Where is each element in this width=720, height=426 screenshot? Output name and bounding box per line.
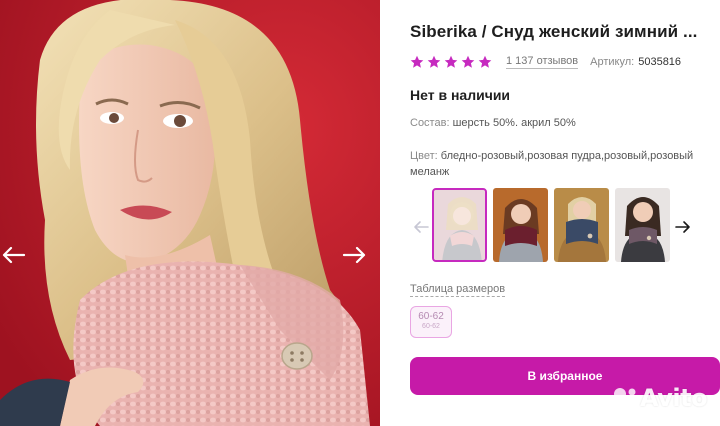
photo-next-arrow-icon[interactable] (340, 240, 370, 270)
color-value: бледно-розовый,розовая пудра,розовый,роз… (410, 150, 694, 178)
thumbnail-image (615, 188, 670, 262)
photo-prev-arrow-icon[interactable] (0, 240, 28, 270)
composition-label: Состав: (410, 117, 450, 129)
star-icon (461, 55, 475, 68)
sku-label: Артикул: (590, 56, 635, 68)
color-info: Цвет: бледно-розовый,розовая пудра,розов… (410, 148, 710, 180)
model-photo-illustration (0, 0, 380, 426)
rating-row: 1 137 отзывов Артикул: 5035816 (410, 54, 681, 70)
thumbnail-image (493, 188, 548, 262)
thumb-next-arrow-icon[interactable] (674, 218, 692, 236)
thumbnail-1[interactable] (432, 188, 487, 262)
star-icon (478, 55, 492, 68)
thumbnail-image (434, 190, 485, 260)
product-main-photo[interactable] (0, 0, 380, 426)
star-icon (410, 55, 424, 68)
product-info-panel: Siberika / Снуд женский зимний ... 1 137… (410, 0, 720, 426)
avito-watermark: Avito (612, 384, 708, 412)
thumbnail-3[interactable] (554, 188, 609, 262)
product-title: Siberika / Снуд женский зимний ... (410, 22, 698, 41)
composition-value: шерсть 50%. акрил 50% (452, 117, 576, 129)
reviews-link[interactable]: 1 137 отзывов (506, 55, 579, 69)
size-option-label: 60-62 (418, 311, 444, 322)
star-icon (444, 55, 458, 68)
size-option-60-62[interactable]: 60-62 60-62 (410, 306, 452, 338)
composition: Состав: шерсть 50%. акрил 50% (410, 117, 576, 129)
color-label: Цвет: (410, 150, 438, 162)
stock-status: Нет в наличии (410, 87, 511, 103)
thumbnail-carousel (410, 188, 710, 264)
sku-value: 5035816 (638, 56, 682, 68)
thumb-prev-arrow-icon[interactable] (412, 218, 430, 236)
avito-watermark-text: Avito (640, 384, 708, 412)
thumbnail-4[interactable] (615, 188, 670, 262)
star-icon (427, 55, 441, 68)
thumbnail-2[interactable] (493, 188, 548, 262)
size-table-link[interactable]: Таблица размеров (410, 283, 506, 297)
rating-stars (410, 55, 492, 69)
size-option-sublabel: 60-62 (422, 323, 440, 330)
avito-logo-icon (614, 388, 636, 408)
thumbnail-image (554, 188, 609, 262)
